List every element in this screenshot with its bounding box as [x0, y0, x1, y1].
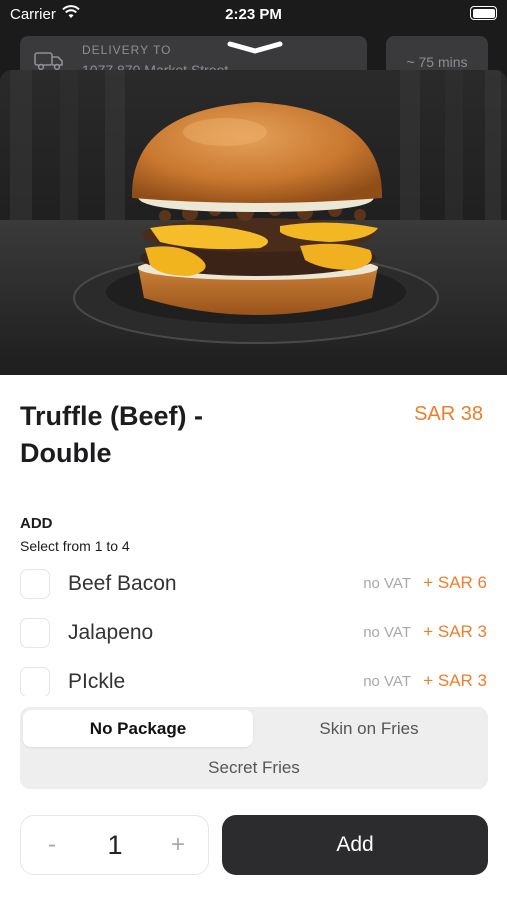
addon-label: PIckle: [68, 670, 126, 693]
addon-item-pickle[interactable]: PIckle no VAT + SAR 3: [0, 658, 507, 696]
package-option-skin-on-fries[interactable]: Skin on Fries: [253, 710, 485, 747]
package-option-no-package[interactable]: No Package: [23, 710, 253, 747]
addon-list[interactable]: Beef Bacon no VAT + SAR 6 Jalapeno no VA…: [0, 560, 507, 696]
sheet-grabber-chevron-icon[interactable]: [226, 40, 284, 54]
addon-checkbox[interactable]: [20, 667, 50, 696]
addons-hint: Select from 1 to 4: [20, 538, 130, 554]
package-option-secret-fries[interactable]: Secret Fries: [23, 749, 485, 786]
addon-checkbox[interactable]: [20, 618, 50, 648]
status-time: 2:23 PM: [225, 6, 282, 23]
product-name: Truffle (Beef) - Double: [20, 401, 204, 468]
quantity-value: 1: [107, 830, 123, 860]
decrement-button[interactable]: -: [35, 828, 69, 862]
package-selector: No Package Skin on Fries Secret Fries: [20, 707, 488, 789]
add-to-cart-button[interactable]: Add: [222, 815, 488, 875]
eta-text: ~ 75 mins: [406, 54, 468, 70]
delivery-truck-icon: [34, 52, 63, 70]
addon-price: + SAR 3: [423, 622, 487, 641]
addon-vat: no VAT: [363, 673, 411, 690]
delivery-label: DELIVERY TO: [82, 43, 172, 57]
quantity-stepper: - 1 +: [20, 815, 209, 875]
battery-icon: [470, 6, 497, 20]
addon-vat: no VAT: [363, 624, 411, 641]
addon-price: + SAR 3: [423, 671, 487, 690]
addons-title: ADD: [20, 515, 53, 532]
addon-label: Jalapeno: [68, 621, 154, 644]
increment-button[interactable]: +: [161, 828, 195, 862]
addon-vat: no VAT: [363, 575, 411, 592]
status-bar: Carrier 2:23 PM: [0, 0, 507, 30]
addon-price: + SAR 6: [423, 573, 487, 592]
addon-checkbox[interactable]: [20, 569, 50, 599]
product-image: [0, 70, 507, 375]
addon-item-jalapeno[interactable]: Jalapeno no VAT + SAR 3: [0, 609, 507, 658]
addon-item-beef-bacon[interactable]: Beef Bacon no VAT + SAR 6: [0, 560, 507, 609]
product-price: SAR 38: [414, 403, 483, 425]
addon-label: Beef Bacon: [68, 572, 177, 595]
